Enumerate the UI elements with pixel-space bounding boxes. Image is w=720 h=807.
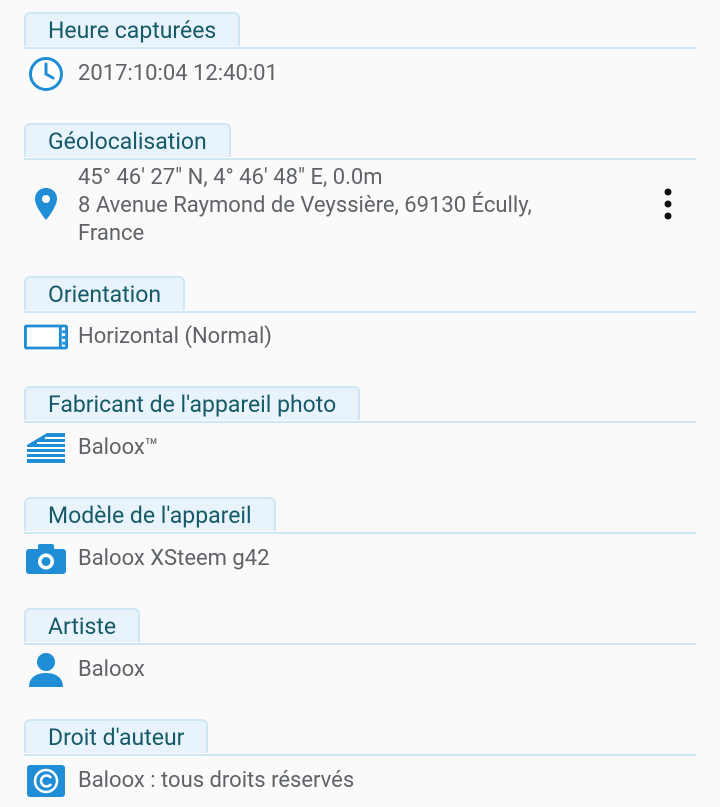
person-icon: [24, 652, 68, 688]
capture-time-value: 2017:10:04 12:40:01: [78, 61, 278, 86]
landscape-orientation-icon: [24, 320, 68, 354]
geo-country: France: [78, 221, 145, 246]
camera-icon: [24, 541, 68, 577]
copyright-value: Baloox : tous droits réservés: [78, 768, 355, 793]
geo-address: 8 Avenue Raymond de Veyssière, 69130 Écu…: [78, 193, 532, 218]
section-header: Artiste: [24, 608, 141, 642]
camera-maker-value: Baloox™: [78, 435, 159, 460]
geo-coordinates: 45° 46' 27" N, 4° 46' 48" E, 0.0m: [78, 165, 383, 190]
divider: [24, 532, 696, 534]
divider: [24, 311, 696, 313]
section-header: Fabricant de l'appareil photo: [24, 386, 361, 420]
divider: [24, 47, 696, 49]
divider: [24, 421, 696, 423]
divider: [24, 158, 696, 160]
section-header: Droit d'auteur: [24, 719, 209, 753]
copyright-row: Baloox : tous droits réservés: [0, 763, 720, 799]
geolocation-row[interactable]: 45° 46' 27" N, 4° 46' 48" E, 0.0m 8 Aven…: [0, 164, 720, 248]
artist-row: Baloox: [0, 652, 720, 688]
section-header: Géolocalisation: [24, 123, 231, 157]
camera-model-row: Baloox XSteem g42: [0, 541, 720, 577]
divider: [24, 643, 696, 645]
orientation-value: Horizontal (Normal): [78, 324, 272, 349]
clock-icon: [24, 56, 68, 92]
capture-time-row: 2017:10:04 12:40:01: [0, 56, 720, 92]
artist-value: Baloox: [78, 657, 145, 682]
camera-maker-row: Baloox™: [0, 430, 720, 466]
section-header: Orientation: [24, 276, 186, 310]
copyright-icon: [24, 763, 68, 799]
divider: [24, 754, 696, 756]
section-header: Heure capturées: [24, 12, 241, 46]
building-icon: [24, 430, 68, 466]
camera-model-value: Baloox XSteem g42: [78, 546, 270, 571]
section-header: Modèle de l'appareil: [24, 497, 276, 531]
more-options-icon[interactable]: [656, 184, 680, 224]
orientation-row: Horizontal (Normal): [0, 320, 720, 354]
location-pin-icon: [24, 186, 68, 222]
